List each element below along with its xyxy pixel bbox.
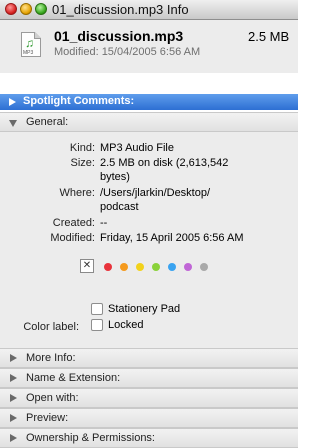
where-value-line2: podcast: [100, 201, 139, 213]
preview-label: Preview:: [26, 412, 69, 424]
stationery-pad-label[interactable]: Stationery Pad: [108, 303, 180, 315]
preview-section-header[interactable]: Preview:: [0, 408, 298, 428]
locked-checkbox[interactable]: [91, 319, 103, 331]
window-title: 01_discussion.mp3 Info: [52, 2, 189, 17]
disclosure-triangle-right-icon[interactable]: [9, 98, 16, 106]
mp3-file-icon: ♫ MP3: [21, 32, 41, 57]
purple-label-dot[interactable]: [184, 263, 192, 271]
spotlight-comments-label: Spotlight Comments:: [23, 95, 135, 107]
file-size: 2.5 MB: [248, 29, 290, 44]
red-label-dot[interactable]: [104, 263, 112, 271]
more-info-label: More Info:: [26, 352, 76, 364]
where-value-line1: /Users/jlarkin/Desktop/: [100, 187, 211, 199]
stationery-pad-checkbox[interactable]: [91, 303, 103, 315]
where-label: Where:: [59, 187, 95, 199]
disclosure-triangle-right-icon[interactable]: [10, 354, 17, 362]
locked-label[interactable]: Locked: [108, 319, 143, 331]
size-label: Size:: [70, 157, 95, 169]
created-value: --: [100, 217, 108, 229]
kind-value: MP3 Audio File: [100, 142, 174, 154]
close-button[interactable]: [5, 3, 17, 15]
size-value-line1: 2.5 MB on disk (2,613,542: [100, 157, 229, 169]
yellow-label-dot[interactable]: [136, 263, 144, 271]
disclosure-triangle-down-icon[interactable]: [9, 120, 17, 127]
orange-label-dot[interactable]: [120, 263, 128, 271]
ownership-permissions-section-header[interactable]: Ownership & Permissions:: [0, 428, 298, 448]
open-with-label: Open with:: [26, 392, 79, 404]
file-extension-text: MP3: [23, 50, 34, 56]
file-modified: Modified: 15/04/2005 6:56 AM: [54, 46, 201, 58]
general-label: General:: [26, 116, 69, 128]
gray-label-dot[interactable]: [200, 263, 208, 271]
open-with-section-header[interactable]: Open with:: [0, 388, 298, 408]
no-color-label-button[interactable]: ✕: [80, 259, 94, 273]
name-extension-section-header[interactable]: Name & Extension:: [0, 368, 298, 388]
music-note-icon: ♫: [25, 36, 34, 50]
spotlight-comments-header[interactable]: Spotlight Comments:: [0, 94, 298, 110]
disclosure-triangle-right-icon[interactable]: [10, 434, 17, 442]
blue-label-dot[interactable]: [168, 263, 176, 271]
disclosure-triangle-right-icon[interactable]: [10, 414, 17, 422]
green-label-dot[interactable]: [152, 263, 160, 271]
zoom-button[interactable]: [35, 3, 47, 15]
file-name: 01_discussion.mp3: [54, 28, 184, 44]
size-value-line2: bytes): [100, 171, 130, 183]
modified-value: Friday, 15 April 2005 6:56 AM: [100, 232, 244, 244]
title-bar: 01_discussion.mp3 Info: [0, 0, 298, 20]
page-fold: [34, 32, 41, 39]
more-info-section-header[interactable]: More Info:: [0, 348, 298, 368]
disclosure-triangle-right-icon[interactable]: [10, 374, 17, 382]
kind-label: Kind:: [69, 142, 95, 154]
general-section-header[interactable]: General:: [0, 112, 298, 132]
minimize-button[interactable]: [20, 3, 32, 15]
disclosure-triangle-right-icon[interactable]: [10, 394, 17, 402]
modified-label: Modified:: [50, 232, 95, 244]
info-window: 01_discussion.mp3 Info ♫ MP3 01_discussi…: [0, 0, 298, 448]
ownership-permissions-label: Ownership & Permissions:: [26, 432, 155, 444]
created-label: Created:: [52, 217, 95, 229]
name-extension-label: Name & Extension:: [26, 372, 121, 384]
color-label-label: Color label:: [23, 321, 79, 333]
